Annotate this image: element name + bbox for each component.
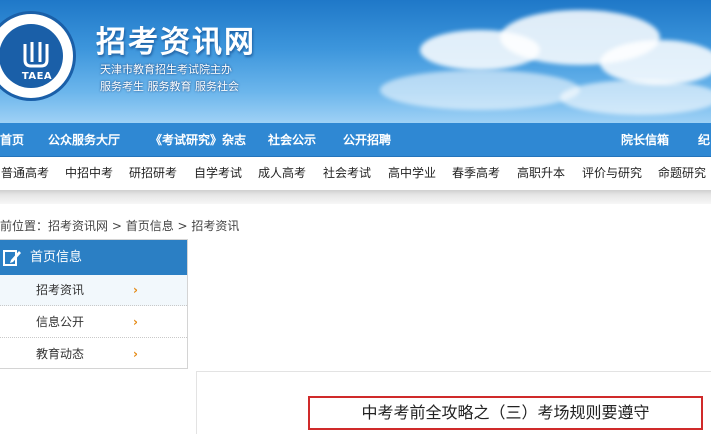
logo-emblem: TAEA bbox=[0, 24, 63, 88]
nav-president-mailbox[interactable]: 院长信箱 bbox=[621, 123, 669, 157]
article-title: 中考考前全攻略之（三）考场规则要遵守 bbox=[308, 396, 703, 430]
cloud-decoration bbox=[600, 40, 711, 85]
cloud-decoration bbox=[560, 80, 711, 115]
sidebar-title: 首页信息 bbox=[30, 250, 83, 265]
breadcrumb-item-current[interactable]: 招考资讯 bbox=[191, 219, 239, 233]
taea-logo[interactable]: TAEA bbox=[0, 11, 76, 101]
chevron-right-icon: › bbox=[133, 283, 138, 297]
sidebar-item-label: 信息公开 bbox=[36, 315, 85, 329]
subnav-evaluation[interactable]: 评价与研究 bbox=[582, 157, 642, 190]
subnav-spring-gaokao[interactable]: 春季高考 bbox=[452, 157, 500, 190]
sidebar: 首页信息 招考资讯 › 信息公开 › 教育动态 › bbox=[0, 239, 188, 369]
subnav-proposition-research[interactable]: 命题研究 bbox=[658, 157, 706, 190]
edit-icon bbox=[3, 250, 21, 266]
subnav-social-exam[interactable]: 社会考试 bbox=[323, 157, 371, 190]
logo-mark-icon bbox=[23, 42, 49, 68]
chevron-right-icon: › bbox=[133, 347, 138, 361]
subnav-graduate[interactable]: 研招研考 bbox=[129, 157, 177, 190]
sub-nav: 普通高考 中招中考 研招研考 自学考试 成人高考 社会考试 高中学业 春季高考 … bbox=[0, 157, 711, 190]
nav-shadow bbox=[0, 190, 711, 204]
sidebar-header: 首页信息 bbox=[0, 240, 187, 275]
slogan-line2: 服务考生 服务教育 服务社会 bbox=[100, 80, 239, 93]
main-nav: 首页 公众服务大厅 《考试研究》杂志 社会公示 公开招聘 院长信箱 纪 bbox=[0, 123, 711, 157]
nav-recruitment[interactable]: 公开招聘 bbox=[343, 123, 391, 157]
breadcrumb-item-home-info[interactable]: 首页信息 bbox=[126, 219, 174, 233]
sidebar-item-info-disclosure[interactable]: 信息公开 › bbox=[0, 307, 187, 338]
breadcrumb-separator: > bbox=[108, 219, 126, 233]
chevron-right-icon: › bbox=[133, 315, 138, 329]
subnav-high-school[interactable]: 高中学业 bbox=[388, 157, 436, 190]
breadcrumb-separator: > bbox=[173, 219, 192, 233]
subnav-gaokao[interactable]: 普通高考 bbox=[1, 157, 49, 190]
nav-discipline[interactable]: 纪 bbox=[698, 123, 710, 157]
subnav-vocational-upgrade[interactable]: 高职升本 bbox=[517, 157, 565, 190]
nav-home[interactable]: 首页 bbox=[0, 123, 24, 157]
sidebar-item-label: 招考资讯 bbox=[36, 283, 85, 297]
nav-public-service-hall[interactable]: 公众服务大厅 bbox=[48, 123, 120, 157]
breadcrumb-prefix: 前位置： bbox=[0, 219, 49, 233]
logo-text: TAEA bbox=[21, 71, 53, 82]
nav-public-notice[interactable]: 社会公示 bbox=[268, 123, 316, 157]
subnav-self-study[interactable]: 自学考试 bbox=[194, 157, 242, 190]
breadcrumb: 前位置：招考资讯网 > 首页信息 > 招考资讯 bbox=[0, 216, 239, 236]
site-banner: TAEA 招考资讯网 天津市教育招生考试院主办 服务考生 服务教育 服务社会 bbox=[0, 0, 711, 123]
nav-exam-research-magazine[interactable]: 《考试研究》杂志 bbox=[150, 123, 246, 157]
subnav-zhongkao[interactable]: 中招中考 bbox=[65, 157, 113, 190]
slogan-line1: 天津市教育招生考试院主办 bbox=[100, 63, 232, 76]
sidebar-item-exam-news[interactable]: 招考资讯 › bbox=[0, 275, 187, 306]
site-title[interactable]: 招考资讯网 bbox=[96, 17, 256, 61]
breadcrumb-item-site[interactable]: 招考资讯网 bbox=[48, 219, 108, 233]
subnav-adult-exam[interactable]: 成人高考 bbox=[258, 157, 306, 190]
cloud-decoration bbox=[380, 70, 580, 110]
sidebar-item-education-news[interactable]: 教育动态 › bbox=[0, 339, 187, 370]
sidebar-item-label: 教育动态 bbox=[36, 347, 85, 361]
